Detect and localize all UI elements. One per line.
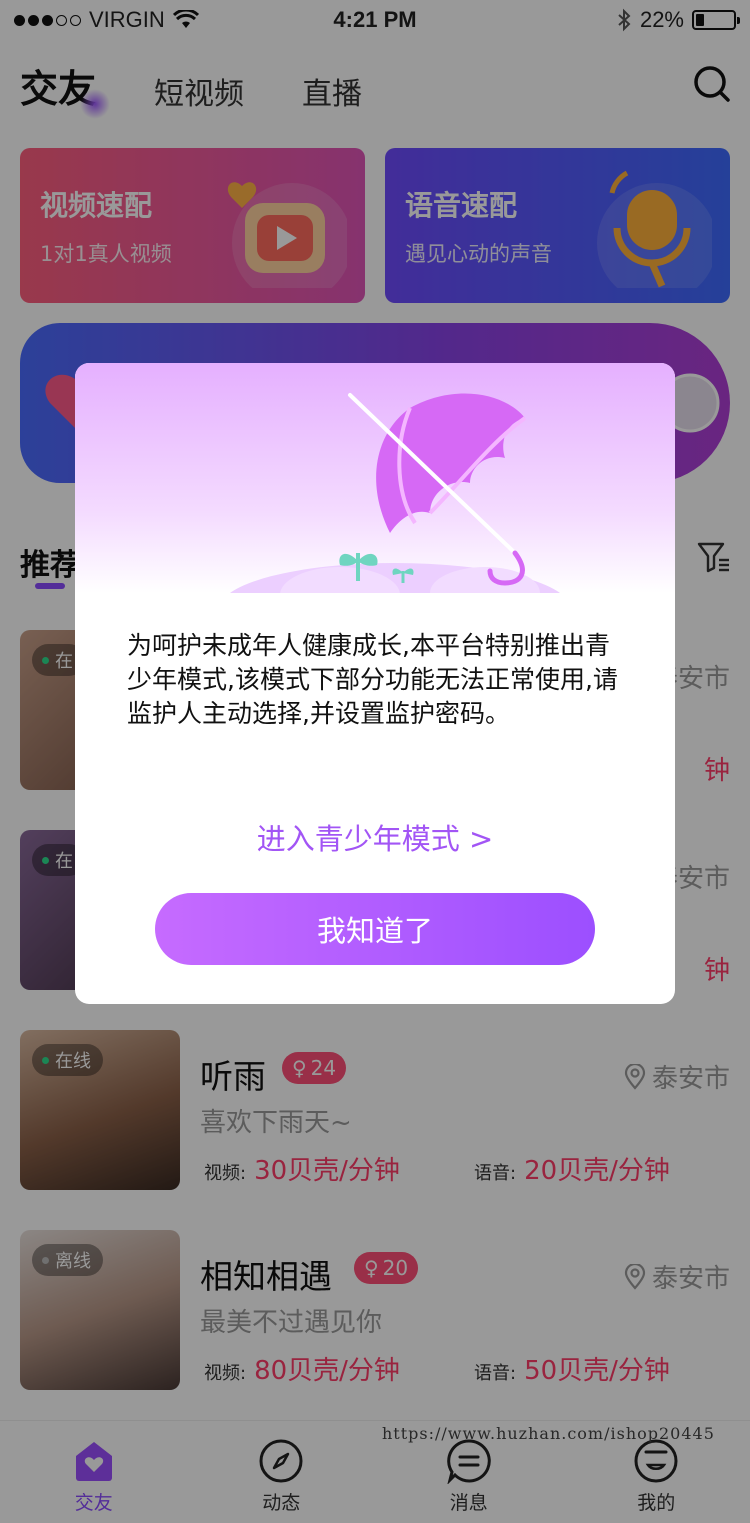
umbrella-icon (230, 393, 560, 593)
enter-teen-mode-link[interactable]: 进入青少年模式 > (75, 816, 675, 858)
teen-mode-dialog: 为呵护未成年人健康成长,本平台特别推出青少年模式,该模式下部分功能无法正常使用,… (75, 363, 675, 1004)
acknowledge-button[interactable]: 我知道了 (155, 893, 595, 965)
dialog-message: 为呵护未成年人健康成长,本平台特别推出青少年模式,该模式下部分功能无法正常使用,… (127, 631, 618, 728)
dialog-header (75, 363, 675, 593)
